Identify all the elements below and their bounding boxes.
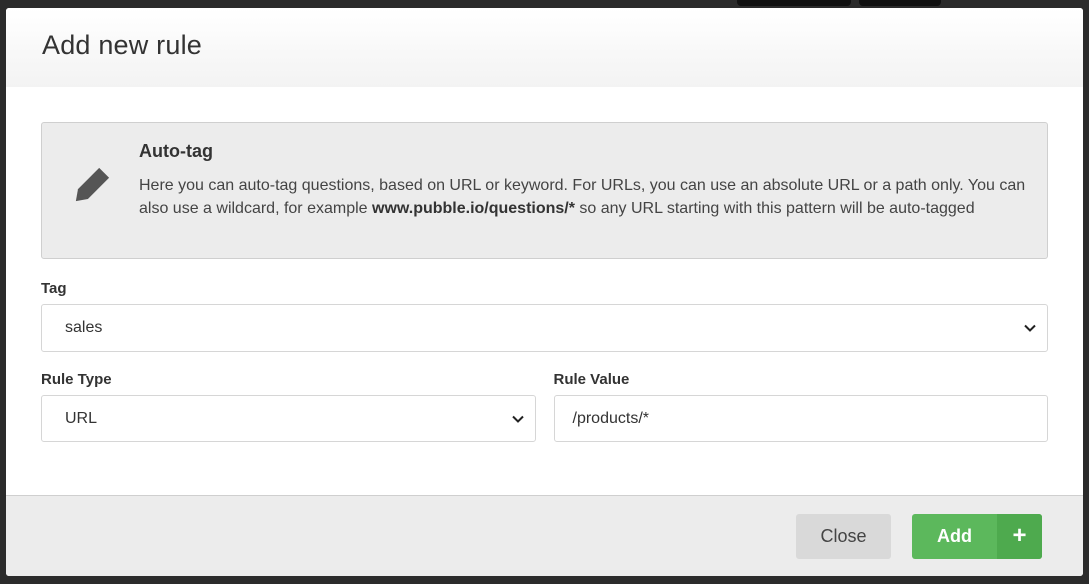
tag-select-value: sales <box>65 319 103 336</box>
rule-type-select[interactable]: URL <box>41 395 536 442</box>
info-text: Here you can auto-tag questions, based o… <box>139 174 1027 220</box>
tag-field: Tag sales <box>41 280 1048 352</box>
rule-value-text: /products/* <box>572 409 649 427</box>
modal-header: Add new rule <box>6 8 1083 87</box>
rule-type-value: URL <box>65 409 98 427</box>
chevron-down-icon <box>511 415 524 423</box>
rule-value-label: Rule Value <box>553 371 630 388</box>
plus-icon: + <box>997 513 1042 559</box>
rule-value-field: Rule Value /products/* <box>553 371 1048 442</box>
rule-type-field: Rule Type URL <box>41 371 536 442</box>
rule-row: Rule Type URL Rule Value /products/* <box>41 371 1048 442</box>
close-button[interactable]: Close <box>796 513 891 559</box>
modal-title: Add new rule <box>42 30 202 60</box>
tag-label: Tag <box>41 280 67 297</box>
backdrop-element <box>737 0 851 6</box>
add-button-label: Add <box>937 525 972 546</box>
info-title: Auto-tag <box>139 141 213 161</box>
rule-type-label: Rule Type <box>41 371 112 388</box>
backdrop-element <box>859 0 941 6</box>
tag-icon <box>75 167 110 202</box>
rule-value-input[interactable]: /products/* <box>553 395 1048 442</box>
tag-select[interactable]: sales <box>41 304 1048 352</box>
modal-footer: Close Add + <box>6 495 1083 576</box>
add-button[interactable]: Add + <box>912 513 1042 559</box>
info-text-after: so any URL starting with this pattern wi… <box>574 200 975 217</box>
chevron-down-icon <box>1024 324 1036 332</box>
info-example: www.pubble.io/questions/* <box>372 200 575 217</box>
auto-tag-info-box: Auto-tag Here you can auto-tag questions… <box>41 122 1048 259</box>
add-rule-modal: Add new rule Auto-tag Here you can auto-… <box>6 8 1083 576</box>
modal-body: Auto-tag Here you can auto-tag questions… <box>6 87 1083 442</box>
